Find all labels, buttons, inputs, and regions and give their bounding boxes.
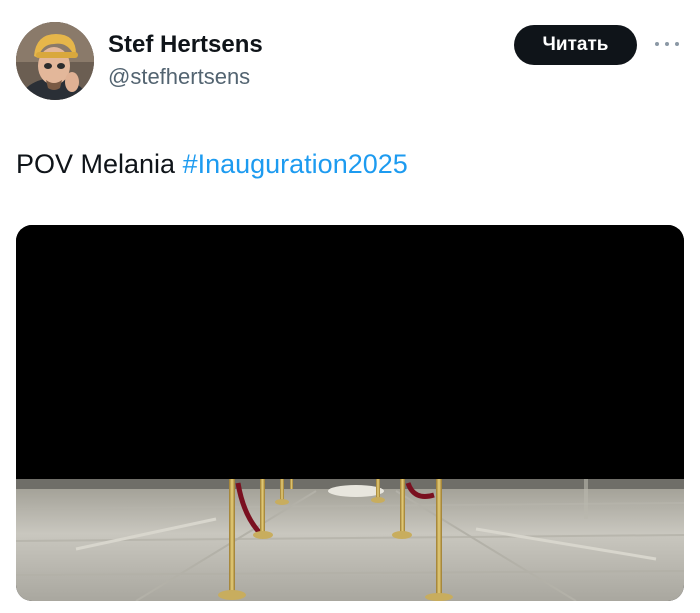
author-info: Stef Hertsens @stefhertsens [108,30,263,92]
hashtag-link[interactable]: #Inauguration2025 [183,149,408,179]
tweet-text: POV Melania #Inauguration2025 [16,146,408,182]
avatar-image [16,22,94,100]
author-display-name[interactable]: Stef Hertsens [108,30,263,60]
media-photo-floor [16,479,684,601]
tweet-card: Stef Hertsens @stefhertsens Читать POV M… [0,0,700,613]
more-dot [655,42,659,46]
tweet-media[interactable] [16,225,684,601]
tweet-body-text: POV Melania [16,149,183,179]
more-dot [675,42,679,46]
media-dark-area [16,225,684,479]
author-handle[interactable]: @stefhertsens [108,62,263,92]
follow-button[interactable]: Читать [514,25,637,65]
photo-scene-image [16,479,684,601]
author-avatar[interactable] [16,22,94,100]
more-icon[interactable] [652,32,682,56]
more-dot [665,42,669,46]
